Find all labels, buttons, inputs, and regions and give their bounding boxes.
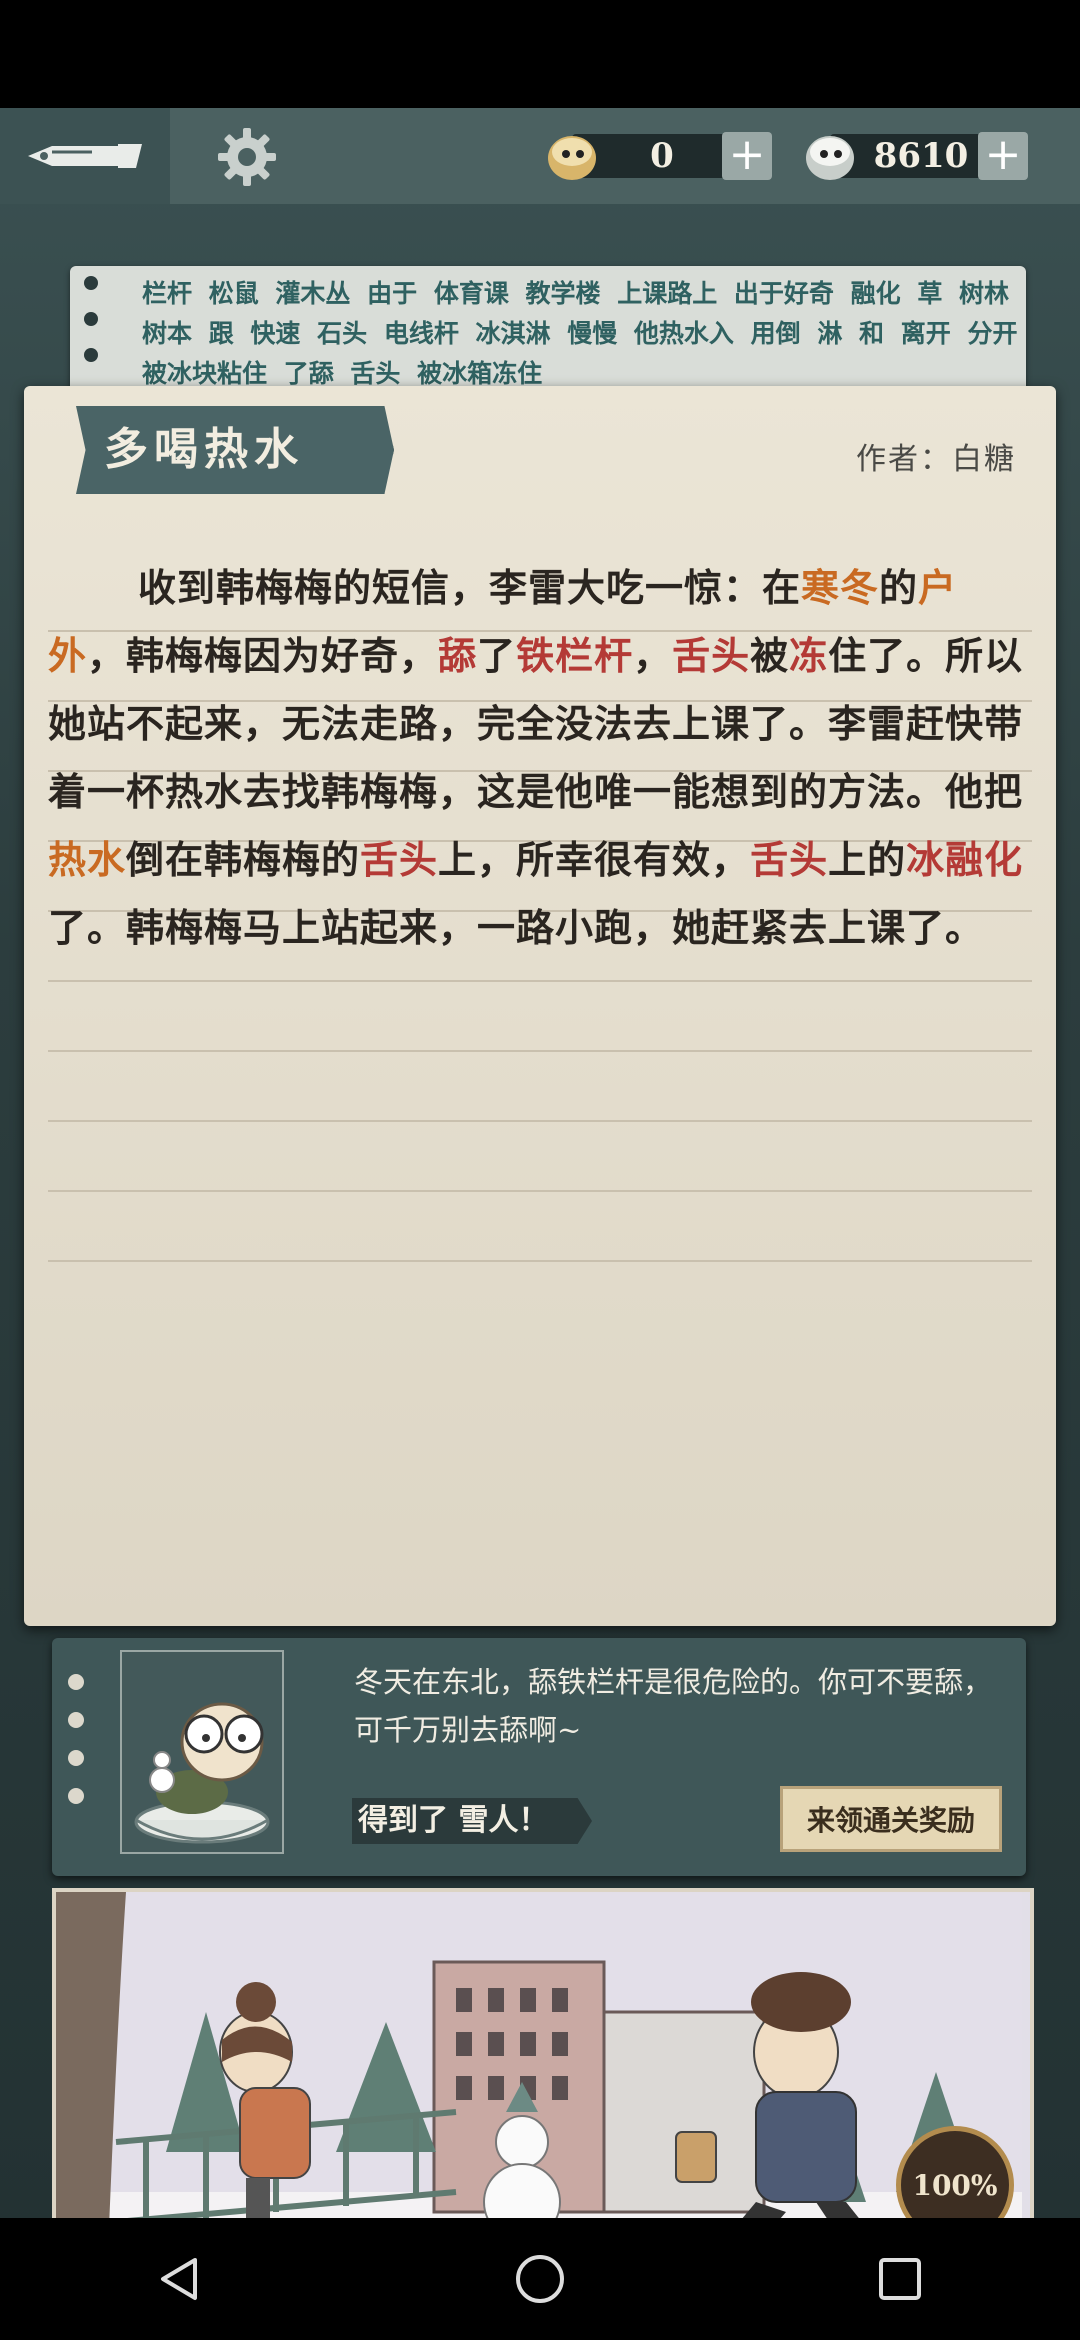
story-keyword: 舌头 (672, 633, 751, 678)
story-segment: 上的 (828, 837, 907, 882)
reward-image (120, 1650, 284, 1854)
story-segment: 了。韩梅梅马上站起来，一路小跑，她赶紧去上课了。 (48, 905, 985, 950)
story-segment: ，韩梅梅因为好奇， (87, 633, 439, 678)
story-segment: ， (633, 633, 673, 678)
story-segment: 被 (750, 633, 790, 678)
title-ribbon: 多喝热水 (76, 406, 394, 494)
gem-count: 8610 (873, 136, 969, 176)
currency-coins: 0 + (542, 128, 778, 184)
story-paper: 多喝热水 作者：白糖 收到韩梅梅的短信，李雷大吃一惊：在寒冬的户外，韩梅梅因为好… (24, 386, 1056, 1626)
story-illustration (52, 1888, 1034, 2218)
story-segment: 倒在韩梅梅的 (126, 837, 361, 882)
story-segment: 了 (477, 633, 517, 678)
hint-card: 冬天在东北，舔铁栏杆是很危险的。你可不要舔，可千万别去舔啊~ 得到了 雪人！ 来… (52, 1638, 1026, 1876)
story-segment: 收到韩梅梅的短信，李雷大吃一惊：在 (138, 565, 802, 610)
coin-count: 0 (650, 136, 674, 176)
pen-icon[interactable] (22, 128, 148, 184)
game-screen: 0 + 8610 + 栏杆 松鼠 灌木丛 由于 体育课 教学楼 上课路上 出于好… (0, 108, 1080, 2218)
recents-icon[interactable] (840, 2229, 960, 2329)
story-keyword: 寒冬 (801, 565, 880, 610)
reward-text: 得到了 雪人！ (358, 1798, 548, 1844)
home-icon[interactable] (480, 2229, 600, 2329)
story-keyword: 舌头 (750, 837, 829, 882)
story-segment: 的 (879, 565, 919, 610)
hint-text: 冬天在东北，舔铁栏杆是很危险的。你可不要舔，可千万别去舔啊~ (354, 1665, 993, 1747)
story-keyword: 冰融化 (906, 837, 1024, 882)
story-author: 作者：白糖 (856, 442, 1016, 477)
back-icon[interactable] (120, 2229, 240, 2329)
character-with-snowman-icon (134, 1702, 270, 1844)
winter-scene-illustration (56, 1892, 1022, 2218)
status-bar (0, 0, 1080, 108)
story-keyword: 冻 (789, 633, 829, 678)
story-text: 收到韩梅梅的短信，李雷大吃一惊：在寒冬的户外，韩梅梅因为好奇，舔了铁栏杆，舌头被… (48, 554, 1032, 962)
notebook-holes (84, 276, 98, 384)
add-gems-button[interactable]: + (978, 132, 1028, 180)
ghost-gem-icon (800, 128, 860, 184)
story-title: 多喝热水 (104, 424, 304, 475)
top-bar: 0 + 8610 + (0, 108, 1080, 204)
reward-item: 雪人！ (458, 1803, 549, 1838)
word-list: 栏杆 松鼠 灌木丛 由于 体育课 教学楼 上课路上 出于好奇 融化 草 树林 树… (142, 279, 1018, 388)
story-keyword: 舔 (438, 633, 478, 678)
ghost-coin-icon (542, 128, 602, 184)
gear-icon[interactable] (216, 126, 278, 188)
claim-reward-button[interactable]: 来领通关奖励 (780, 1786, 1002, 1852)
add-coins-button[interactable]: + (722, 132, 772, 180)
story-segment: 上，所幸很有效， (438, 837, 751, 882)
reward-prefix: 得到了 (358, 1803, 448, 1838)
story-keyword: 热水 (48, 837, 127, 882)
notebook-holes (68, 1674, 84, 1826)
system-nav-bar (0, 2218, 1080, 2340)
story-keyword: 舌头 (360, 837, 439, 882)
word-bank: 栏杆 松鼠 灌木丛 由于 体育课 教学楼 上课路上 出于好奇 融化 草 树林 树… (70, 266, 1026, 406)
reward-label: 得到了 雪人！ (352, 1798, 592, 1844)
story-keyword: 铁栏杆 (516, 633, 634, 678)
currency-gems: 8610 + (800, 128, 1032, 184)
